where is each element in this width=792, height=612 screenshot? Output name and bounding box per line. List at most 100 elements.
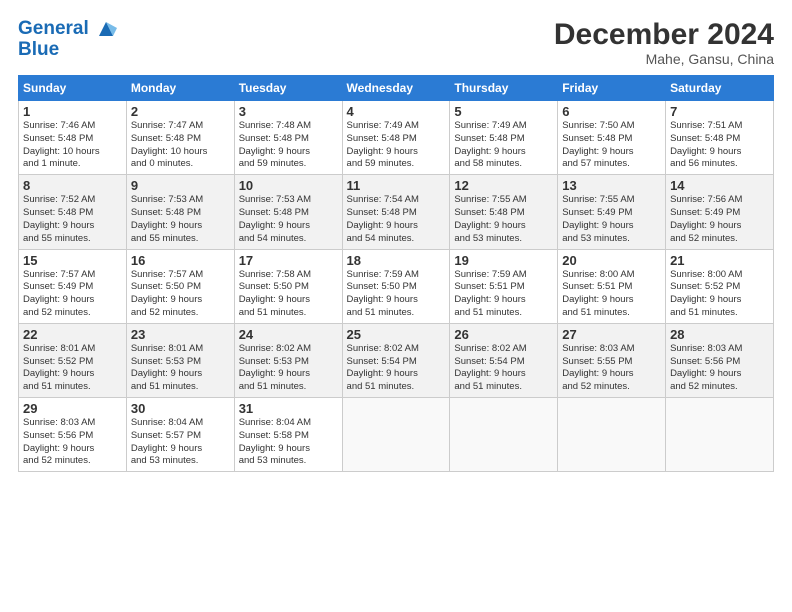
day-cell: 26Sunrise: 8:02 AM Sunset: 5:54 PM Dayli… xyxy=(450,323,558,397)
day-number: 4 xyxy=(347,104,446,119)
day-cell xyxy=(450,398,558,472)
day-number: 25 xyxy=(347,327,446,342)
day-number: 21 xyxy=(670,253,769,268)
day-info: Sunrise: 8:00 AM Sunset: 5:51 PM Dayligh… xyxy=(562,269,661,320)
day-number: 27 xyxy=(562,327,661,342)
day-info: Sunrise: 7:48 AM Sunset: 5:48 PM Dayligh… xyxy=(239,120,338,171)
day-info: Sunrise: 7:57 AM Sunset: 5:50 PM Dayligh… xyxy=(131,269,230,320)
day-info: Sunrise: 8:00 AM Sunset: 5:52 PM Dayligh… xyxy=(670,269,769,320)
day-info: Sunrise: 8:03 AM Sunset: 5:56 PM Dayligh… xyxy=(670,343,769,394)
day-info: Sunrise: 7:49 AM Sunset: 5:48 PM Dayligh… xyxy=(454,120,553,171)
day-info: Sunrise: 7:55 AM Sunset: 5:49 PM Dayligh… xyxy=(562,194,661,245)
day-info: Sunrise: 7:49 AM Sunset: 5:48 PM Dayligh… xyxy=(347,120,446,171)
day-cell: 11Sunrise: 7:54 AM Sunset: 5:48 PM Dayli… xyxy=(342,175,450,249)
day-cell: 3Sunrise: 7:48 AM Sunset: 5:48 PM Daylig… xyxy=(234,101,342,175)
day-cell: 7Sunrise: 7:51 AM Sunset: 5:48 PM Daylig… xyxy=(666,101,774,175)
day-info: Sunrise: 8:02 AM Sunset: 5:53 PM Dayligh… xyxy=(239,343,338,394)
day-number: 23 xyxy=(131,327,230,342)
day-number: 1 xyxy=(23,104,122,119)
day-number: 16 xyxy=(131,253,230,268)
day-info: Sunrise: 8:01 AM Sunset: 5:52 PM Dayligh… xyxy=(23,343,122,394)
week-row-2: 8Sunrise: 7:52 AM Sunset: 5:48 PM Daylig… xyxy=(19,175,774,249)
day-number: 24 xyxy=(239,327,338,342)
day-number: 29 xyxy=(23,401,122,416)
day-cell: 31Sunrise: 8:04 AM Sunset: 5:58 PM Dayli… xyxy=(234,398,342,472)
day-info: Sunrise: 7:56 AM Sunset: 5:49 PM Dayligh… xyxy=(670,194,769,245)
day-info: Sunrise: 7:46 AM Sunset: 5:48 PM Dayligh… xyxy=(23,120,122,171)
day-info: Sunrise: 7:50 AM Sunset: 5:48 PM Dayligh… xyxy=(562,120,661,171)
day-cell: 30Sunrise: 8:04 AM Sunset: 5:57 PM Dayli… xyxy=(126,398,234,472)
logo-icon xyxy=(95,18,117,40)
calendar-table: SundayMondayTuesdayWednesdayThursdayFrid… xyxy=(18,75,774,472)
day-info: Sunrise: 8:04 AM Sunset: 5:58 PM Dayligh… xyxy=(239,417,338,468)
col-header-wednesday: Wednesday xyxy=(342,76,450,101)
week-row-5: 29Sunrise: 8:03 AM Sunset: 5:56 PM Dayli… xyxy=(19,398,774,472)
col-header-thursday: Thursday xyxy=(450,76,558,101)
day-info: Sunrise: 8:01 AM Sunset: 5:53 PM Dayligh… xyxy=(131,343,230,394)
day-cell: 29Sunrise: 8:03 AM Sunset: 5:56 PM Dayli… xyxy=(19,398,127,472)
col-header-saturday: Saturday xyxy=(666,76,774,101)
day-number: 5 xyxy=(454,104,553,119)
col-header-monday: Monday xyxy=(126,76,234,101)
logo-general: General xyxy=(18,18,89,39)
col-header-tuesday: Tuesday xyxy=(234,76,342,101)
day-cell: 15Sunrise: 7:57 AM Sunset: 5:49 PM Dayli… xyxy=(19,249,127,323)
month-title: December 2024 xyxy=(554,18,774,51)
day-info: Sunrise: 7:54 AM Sunset: 5:48 PM Dayligh… xyxy=(347,194,446,245)
day-info: Sunrise: 7:47 AM Sunset: 5:48 PM Dayligh… xyxy=(131,120,230,171)
day-cell: 21Sunrise: 8:00 AM Sunset: 5:52 PM Dayli… xyxy=(666,249,774,323)
day-info: Sunrise: 8:02 AM Sunset: 5:54 PM Dayligh… xyxy=(347,343,446,394)
header-row: SundayMondayTuesdayWednesdayThursdayFrid… xyxy=(19,76,774,101)
day-number: 17 xyxy=(239,253,338,268)
logo-blue: Blue xyxy=(18,40,117,59)
day-cell: 28Sunrise: 8:03 AM Sunset: 5:56 PM Dayli… xyxy=(666,323,774,397)
day-info: Sunrise: 8:04 AM Sunset: 5:57 PM Dayligh… xyxy=(131,417,230,468)
day-number: 13 xyxy=(562,178,661,193)
day-cell: 23Sunrise: 8:01 AM Sunset: 5:53 PM Dayli… xyxy=(126,323,234,397)
day-info: Sunrise: 7:59 AM Sunset: 5:51 PM Dayligh… xyxy=(454,269,553,320)
day-number: 22 xyxy=(23,327,122,342)
day-cell xyxy=(666,398,774,472)
day-number: 14 xyxy=(670,178,769,193)
day-cell: 12Sunrise: 7:55 AM Sunset: 5:48 PM Dayli… xyxy=(450,175,558,249)
day-info: Sunrise: 8:03 AM Sunset: 5:55 PM Dayligh… xyxy=(562,343,661,394)
day-cell: 8Sunrise: 7:52 AM Sunset: 5:48 PM Daylig… xyxy=(19,175,127,249)
day-cell: 14Sunrise: 7:56 AM Sunset: 5:49 PM Dayli… xyxy=(666,175,774,249)
col-header-sunday: Sunday xyxy=(19,76,127,101)
day-number: 19 xyxy=(454,253,553,268)
day-info: Sunrise: 7:51 AM Sunset: 5:48 PM Dayligh… xyxy=(670,120,769,171)
day-cell: 24Sunrise: 8:02 AM Sunset: 5:53 PM Dayli… xyxy=(234,323,342,397)
day-cell: 1Sunrise: 7:46 AM Sunset: 5:48 PM Daylig… xyxy=(19,101,127,175)
day-number: 10 xyxy=(239,178,338,193)
day-cell: 9Sunrise: 7:53 AM Sunset: 5:48 PM Daylig… xyxy=(126,175,234,249)
day-info: Sunrise: 7:58 AM Sunset: 5:50 PM Dayligh… xyxy=(239,269,338,320)
day-number: 28 xyxy=(670,327,769,342)
day-cell xyxy=(558,398,666,472)
day-cell: 17Sunrise: 7:58 AM Sunset: 5:50 PM Dayli… xyxy=(234,249,342,323)
day-number: 31 xyxy=(239,401,338,416)
day-info: Sunrise: 7:53 AM Sunset: 5:48 PM Dayligh… xyxy=(131,194,230,245)
day-number: 7 xyxy=(670,104,769,119)
day-number: 8 xyxy=(23,178,122,193)
week-row-3: 15Sunrise: 7:57 AM Sunset: 5:49 PM Dayli… xyxy=(19,249,774,323)
day-info: Sunrise: 8:02 AM Sunset: 5:54 PM Dayligh… xyxy=(454,343,553,394)
day-cell: 22Sunrise: 8:01 AM Sunset: 5:52 PM Dayli… xyxy=(19,323,127,397)
logo: General Blue xyxy=(18,18,117,59)
day-number: 26 xyxy=(454,327,553,342)
day-number: 15 xyxy=(23,253,122,268)
day-info: Sunrise: 7:53 AM Sunset: 5:48 PM Dayligh… xyxy=(239,194,338,245)
day-cell: 27Sunrise: 8:03 AM Sunset: 5:55 PM Dayli… xyxy=(558,323,666,397)
day-cell: 13Sunrise: 7:55 AM Sunset: 5:49 PM Dayli… xyxy=(558,175,666,249)
day-number: 9 xyxy=(131,178,230,193)
location: Mahe, Gansu, China xyxy=(554,51,774,67)
day-cell xyxy=(342,398,450,472)
col-header-friday: Friday xyxy=(558,76,666,101)
week-row-1: 1Sunrise: 7:46 AM Sunset: 5:48 PM Daylig… xyxy=(19,101,774,175)
day-info: Sunrise: 7:55 AM Sunset: 5:48 PM Dayligh… xyxy=(454,194,553,245)
day-cell: 4Sunrise: 7:49 AM Sunset: 5:48 PM Daylig… xyxy=(342,101,450,175)
day-number: 3 xyxy=(239,104,338,119)
day-cell: 20Sunrise: 8:00 AM Sunset: 5:51 PM Dayli… xyxy=(558,249,666,323)
page-header: General Blue December 2024 Mahe, Gansu, … xyxy=(18,18,774,67)
day-cell: 5Sunrise: 7:49 AM Sunset: 5:48 PM Daylig… xyxy=(450,101,558,175)
day-number: 20 xyxy=(562,253,661,268)
